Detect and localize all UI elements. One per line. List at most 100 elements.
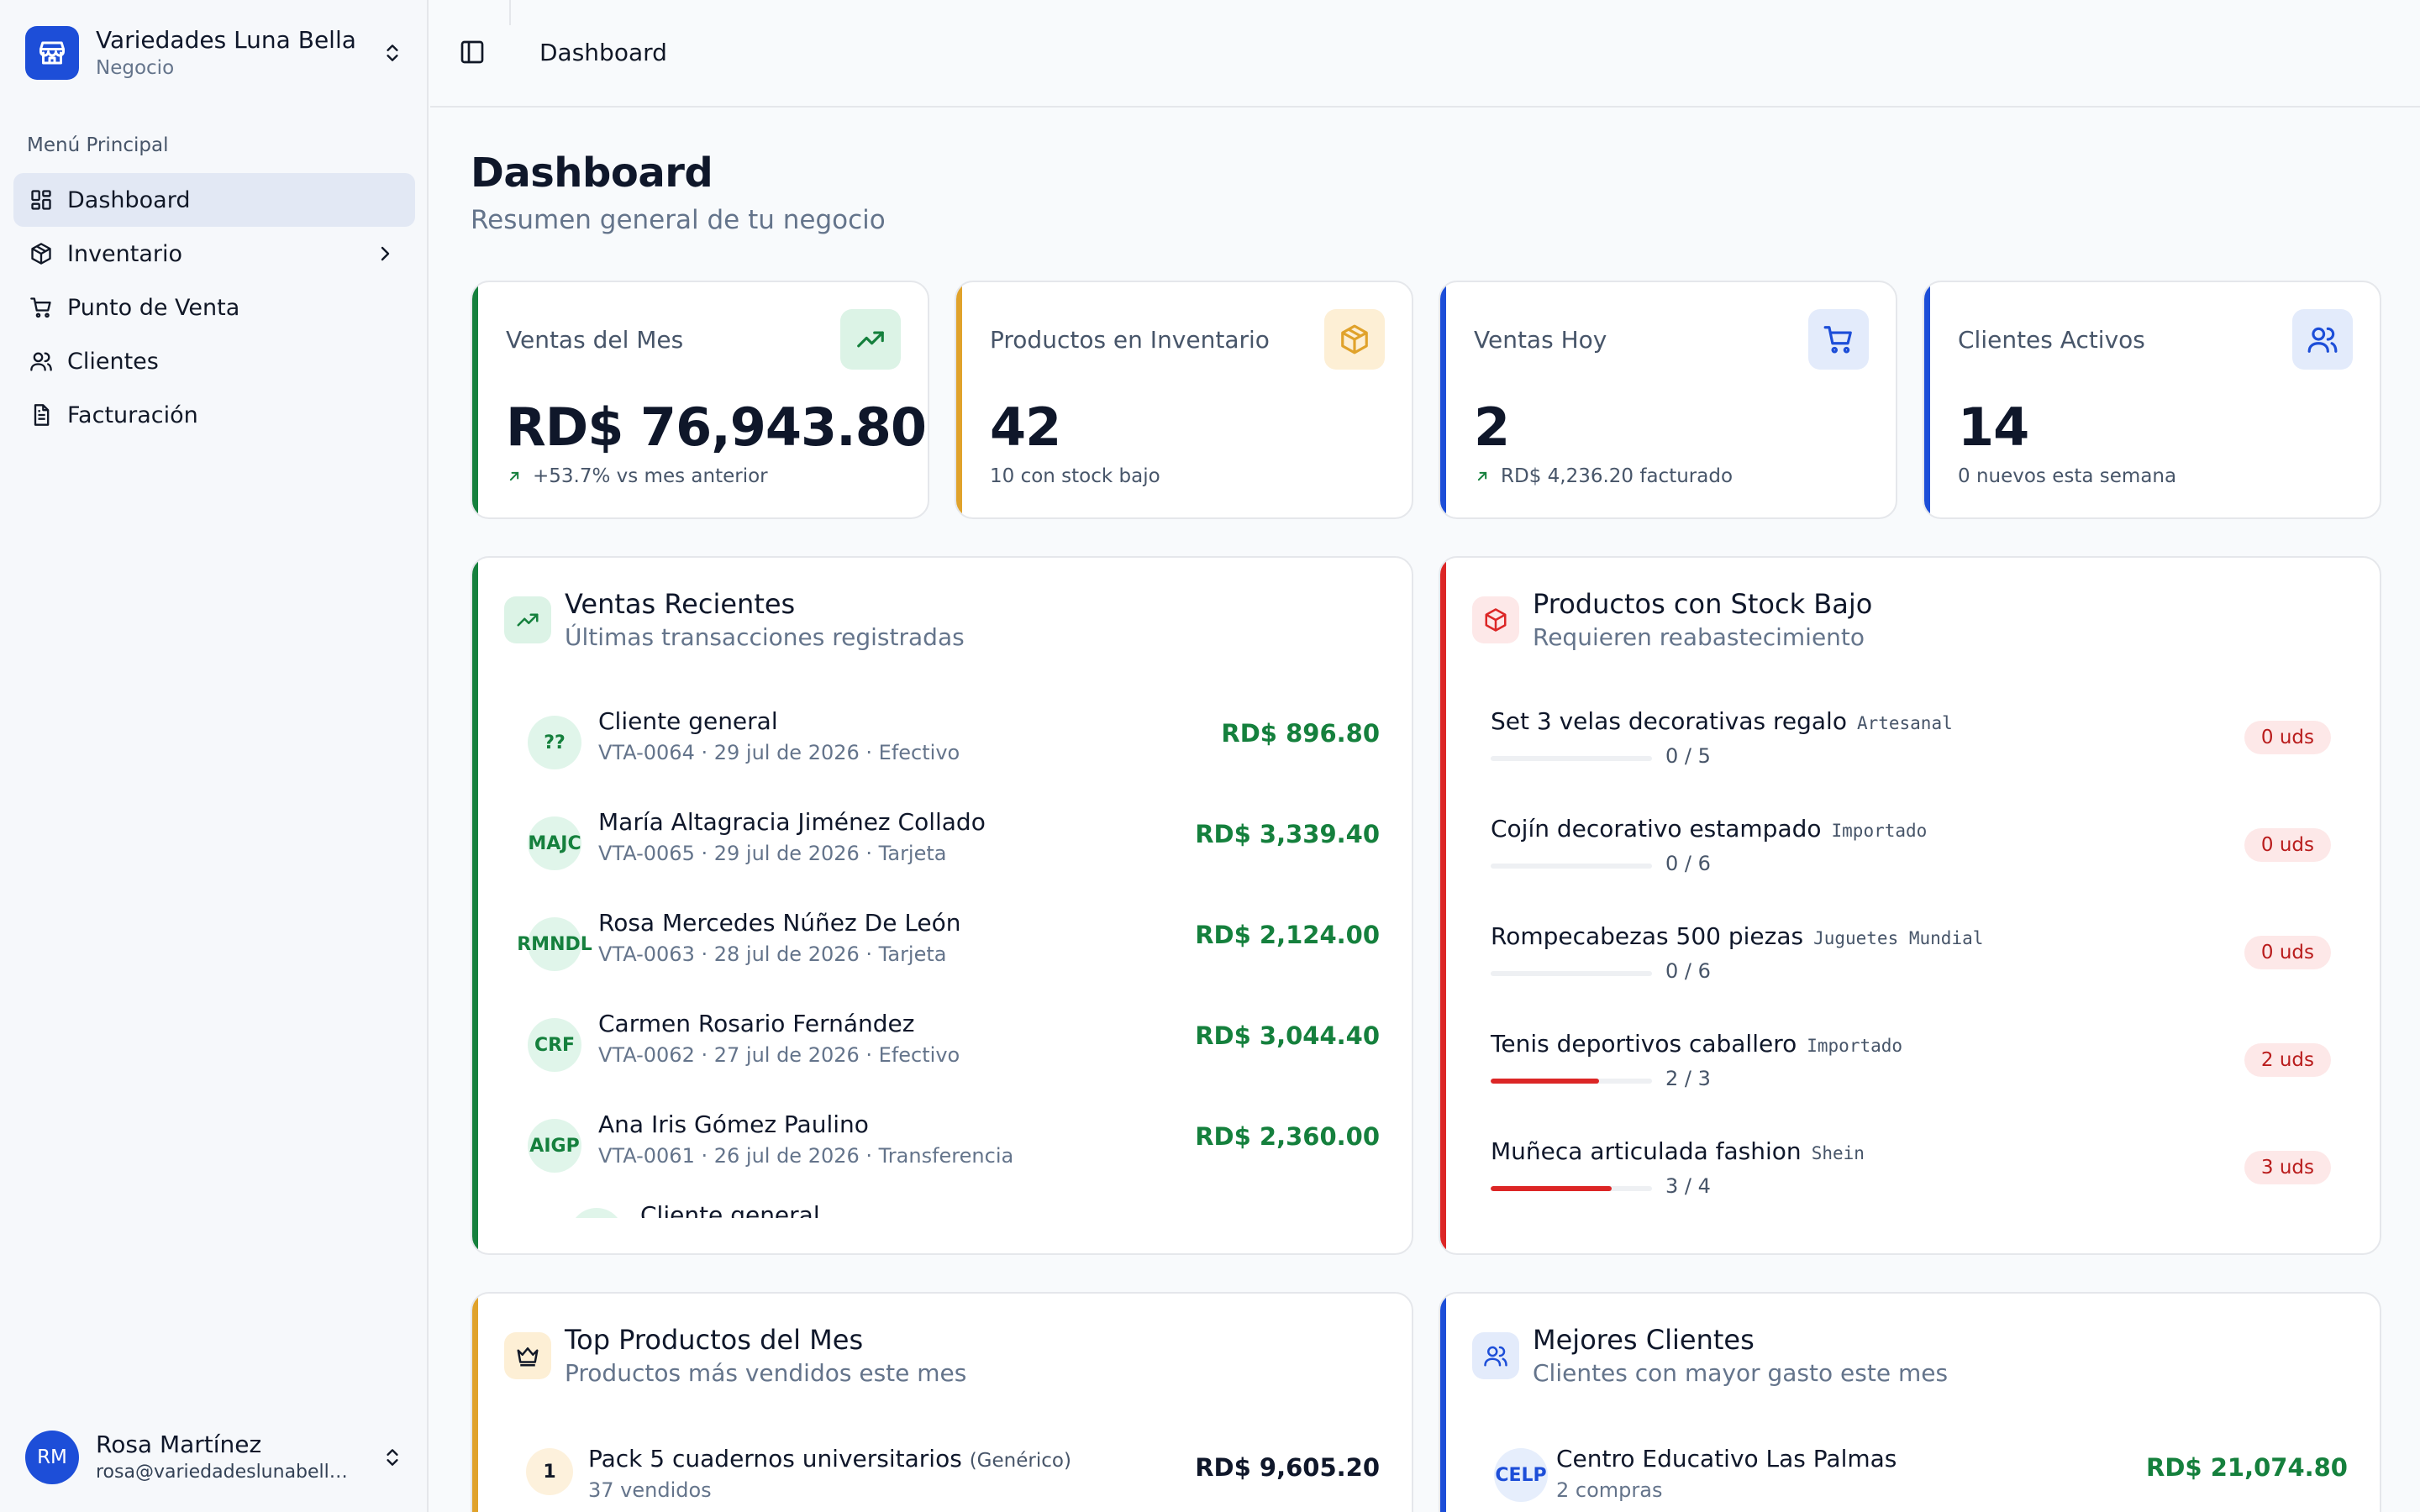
- best-clients-panel: Mejores Clientes Clientes con mayor gast…: [1439, 1292, 2381, 1512]
- client-total: RD$ 21,074.80: [2146, 1453, 2348, 1482]
- list-item[interactable]: Muñeca articulada fashion Shein 3 / 4 3 u…: [1491, 1137, 2331, 1221]
- units-sold: 37 vendidos: [588, 1478, 712, 1502]
- avatar: AIGP: [528, 1119, 581, 1173]
- sidebar-item-label: Dashboard: [67, 186, 191, 213]
- product-brand: Importado: [1807, 1036, 1903, 1056]
- list-item[interactable]: 1 Pack 5 cuadernos universitarios (Genér…: [514, 1445, 1380, 1512]
- product-name: Pack 5 cuadernos universitarios (Genéric…: [588, 1445, 1071, 1473]
- arrow-up-right-icon: [1474, 467, 1492, 486]
- stat-label: Ventas del Mes: [506, 326, 684, 354]
- users-icon: [2292, 309, 2353, 370]
- user-menu[interactable]: RM Rosa Martínez rosa@variedadeslunabell…: [25, 1428, 405, 1487]
- user-name: Rosa Martínez: [96, 1431, 262, 1458]
- sale-meta: VTA-0061 · 26 jul de 2026 · Transferenci…: [598, 1144, 1014, 1168]
- stat-footnote-text: 10 con stock bajo: [990, 465, 1160, 487]
- crown-icon: [504, 1332, 551, 1379]
- panel-subtitle: Clientes con mayor gasto este mes: [1533, 1359, 1949, 1387]
- stat-card-ventas-mes: Ventas del Mes RD$ 76,943.80 +53.7% vs m…: [471, 281, 929, 519]
- list-item[interactable]: Set 3 velas decorativas regalo Artesanal …: [1491, 707, 2331, 791]
- chevron-right-icon: [375, 243, 397, 265]
- top-header: Dashboard: [430, 0, 2420, 108]
- sidebar-item-label: Inventario: [67, 240, 183, 267]
- product-name-text: Muñeca articulada fashion: [1491, 1137, 1802, 1165]
- status-badge: 0 uds: [2244, 721, 2331, 754]
- panel-subtitle: Productos más vendidos este mes: [565, 1359, 967, 1387]
- list-item[interactable]: ?? Cliente general VTA-0064 · 29 jul de …: [514, 707, 1380, 783]
- cart-icon: [29, 295, 54, 320]
- product-name-text: Pack 5 cuadernos universitarios: [588, 1445, 962, 1473]
- sidebar-item-label: Punto de Venta: [67, 294, 240, 321]
- recent-sales-panel: Ventas Recientes Últimas transacciones r…: [471, 556, 1413, 1255]
- stock-bar: [1491, 756, 1652, 761]
- stat-label: Ventas Hoy: [1474, 326, 1607, 354]
- stat-value: 42: [990, 396, 1061, 458]
- panel-subtitle: Requieren reabastecimiento: [1533, 623, 1865, 651]
- stat-value: 14: [1958, 396, 2029, 458]
- stat-footnote-text: 0 nuevos esta semana: [1958, 465, 2177, 487]
- product-name-text: Tenis deportivos caballero: [1491, 1030, 1797, 1058]
- avatar: MAJC: [528, 816, 581, 870]
- sale-meta: VTA-0063 · 28 jul de 2026 · Tarjeta: [598, 942, 947, 966]
- stock-count: 3 / 4: [1665, 1174, 1711, 1198]
- sale-client-name: Carmen Rosario Fernández: [598, 1010, 915, 1037]
- box-icon: [1324, 309, 1385, 370]
- panel-title: Ventas Recientes: [565, 588, 796, 620]
- sale-meta: VTA-0065 · 29 jul de 2026 · Tarjeta: [598, 842, 947, 865]
- product-brand: (Genérico): [969, 1450, 1071, 1472]
- package-alert-icon: [1472, 596, 1519, 643]
- list-item[interactable]: Cliente general: [556, 1201, 1380, 1218]
- list-item[interactable]: RMNDL Rosa Mercedes Núñez De León VTA-00…: [514, 909, 1380, 984]
- stock-count: 0 / 6: [1665, 959, 1711, 983]
- sidebar-item-dashboard[interactable]: Dashboard: [13, 173, 415, 227]
- sidebar-item-punto-de-venta[interactable]: Punto de Venta: [13, 281, 415, 334]
- sale-client-name: Cliente general: [598, 707, 778, 735]
- arrow-up-right-icon: [506, 467, 524, 486]
- sale-client-name: Ana Iris Gómez Paulino: [598, 1110, 869, 1138]
- main-nav: Dashboard Inventario Punto de Venta Clie…: [13, 173, 415, 442]
- stock-count: 0 / 5: [1665, 744, 1711, 768]
- panel-title: Top Productos del Mes: [565, 1324, 864, 1356]
- sidebar-item-facturacion[interactable]: Facturación: [13, 388, 415, 442]
- cart-icon: [1808, 309, 1869, 370]
- trending-up-icon: [840, 309, 901, 370]
- list-item[interactable]: Rompecabezas 500 piezas Juguetes Mundial …: [1491, 922, 2331, 1006]
- sale-amount: RD$ 3,044.40: [1195, 1021, 1380, 1050]
- avatar: RM: [25, 1431, 79, 1484]
- product-name: Rompecabezas 500 piezas Juguetes Mundial: [1491, 922, 1983, 950]
- list-item[interactable]: AIGP Ana Iris Gómez Paulino VTA-0061 · 2…: [514, 1110, 1380, 1186]
- sidebar-toggle-icon[interactable]: [459, 39, 489, 69]
- panel-subtitle: Últimas transacciones registradas: [565, 623, 965, 651]
- status-badge: 3 uds: [2244, 1151, 2331, 1184]
- product-name: Tenis deportivos caballero Importado: [1491, 1030, 1902, 1058]
- list-item[interactable]: MAJC María Altagracia Jiménez Collado VT…: [514, 808, 1380, 884]
- product-name: Muñeca articulada fashion Shein: [1491, 1137, 1865, 1165]
- status-badge: 0 uds: [2244, 828, 2331, 862]
- stock-bar-fill: [1491, 1079, 1599, 1084]
- purchase-count: 2 compras: [1556, 1478, 1663, 1502]
- top-products-panel: Top Productos del Mes Productos más vend…: [471, 1292, 1413, 1512]
- list-item[interactable]: Tenis deportivos caballero Importado 2 / …: [1491, 1030, 2331, 1114]
- status-badge: 0 uds: [2244, 936, 2331, 969]
- sidebar-item-label: Clientes: [67, 348, 159, 375]
- package-icon: [29, 241, 54, 266]
- list-item[interactable]: CRF Carmen Rosario Fernández VTA-0062 · …: [514, 1010, 1380, 1085]
- sidebar-item-clientes[interactable]: Clientes: [13, 334, 415, 388]
- sidebar-item-inventario[interactable]: Inventario: [13, 227, 415, 281]
- avatar: CRF: [528, 1018, 581, 1072]
- business-switcher[interactable]: Variedades Luna Bella Negocio: [25, 25, 405, 81]
- stock-bar: [1491, 1079, 1652, 1084]
- stat-footnote-text: +53.7% vs mes anterior: [533, 465, 768, 487]
- stock-bar-fill: [1491, 1186, 1612, 1191]
- stat-footnote: +53.7% vs mes anterior: [506, 465, 768, 487]
- stat-label: Clientes Activos: [1958, 326, 2145, 354]
- sale-client-name: Rosa Mercedes Núñez De León: [598, 909, 961, 937]
- sale-amount: RD$ 2,124.00: [1195, 921, 1380, 949]
- list-item[interactable]: CELP Centro Educativo Las Palmas 2 compr…: [1482, 1445, 2348, 1512]
- low-stock-panel: Productos con Stock Bajo Requieren reaba…: [1439, 556, 2381, 1255]
- sidebar-item-label: Facturación: [67, 402, 198, 428]
- users-icon: [29, 349, 54, 374]
- header-divider: [509, 0, 511, 25]
- stat-footnote-text: RD$ 4,236.20 facturado: [1501, 465, 1733, 487]
- product-name: Set 3 velas decorativas regalo Artesanal: [1491, 707, 1953, 735]
- list-item[interactable]: Cojín decorativo estampado Importado 0 / …: [1491, 815, 2331, 899]
